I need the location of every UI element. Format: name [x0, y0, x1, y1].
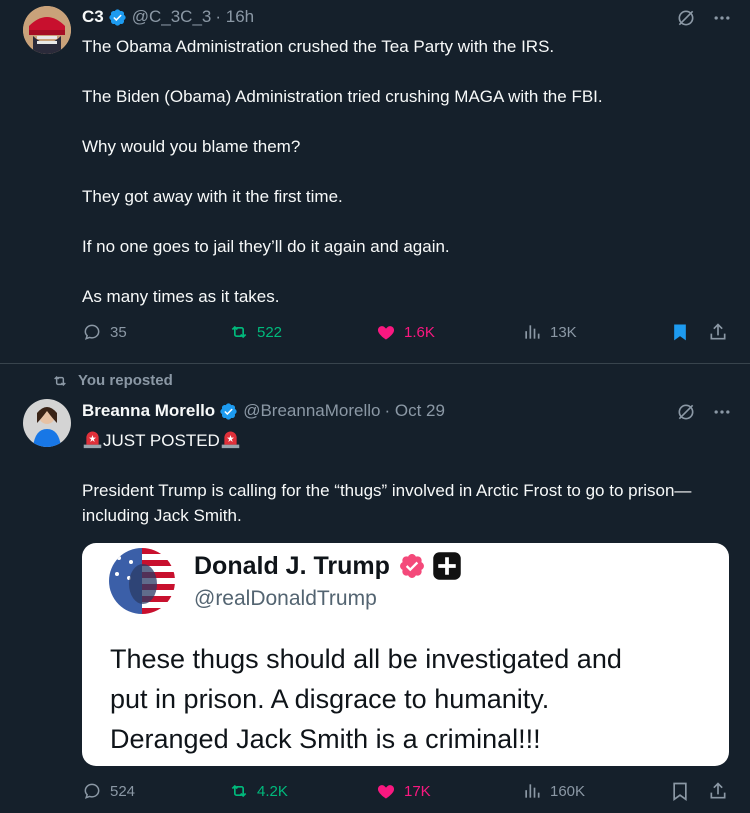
post-line: They got away with it the first time. — [82, 187, 343, 206]
verified-badge-icon — [399, 554, 424, 578]
verified-badge-icon[interactable] — [219, 402, 238, 421]
post-line: As many times as it takes. — [82, 287, 280, 306]
like-button[interactable]: 1.6K — [376, 322, 435, 342]
bookmark-button[interactable] — [670, 322, 690, 342]
like-button[interactable]: 17K — [376, 781, 431, 801]
quote-line: put in prison. A disgrace to humanity. — [110, 684, 550, 714]
like-icon — [377, 785, 395, 799]
reply-button[interactable]: 35 — [82, 322, 127, 342]
display-name[interactable]: C3 — [82, 7, 104, 27]
more-icon[interactable] — [712, 8, 732, 28]
reply-count: 35 — [110, 323, 127, 341]
reply-icon — [84, 324, 100, 340]
quote-display-name: Donald J. Trump — [194, 551, 390, 580]
post-headline: JUST POSTED — [82, 428, 722, 453]
grok-icon[interactable] — [676, 8, 696, 28]
repost-count: 522 — [257, 323, 283, 341]
post-line: The Obama Administration crushed the Tea… — [82, 37, 555, 56]
like-count: 17K — [404, 782, 431, 800]
timestamp[interactable]: · 16h — [215, 7, 254, 27]
quote-line: These thugs should all be investigated a… — [110, 644, 622, 674]
avatar[interactable] — [23, 399, 71, 447]
post-line: If no one goes to jail they’ll do it aga… — [82, 237, 450, 256]
views-count: 160K — [550, 782, 586, 800]
like-icon — [377, 326, 395, 340]
quote-text: These thugs should all be investigated a… — [110, 639, 710, 759]
action-bar: 524 4.2K 17K 160K — [82, 781, 732, 811]
post-line: The Biden (Obama) Administration tried c… — [82, 87, 603, 106]
repost-label: You reposted — [78, 372, 173, 389]
share-button[interactable] — [708, 322, 728, 342]
quoted-image[interactable]: Donald J. Trump @realDonaldTrump These t… — [82, 543, 729, 766]
repost-indicator: You reposted — [52, 372, 173, 389]
post-line: President Trump is calling for the “thug… — [82, 481, 692, 525]
handle[interactable]: @C_3C_3 — [132, 7, 212, 27]
repost-icon — [54, 375, 66, 386]
like-count: 1.6K — [404, 323, 435, 341]
bookmark-icon — [674, 324, 686, 341]
repost-count: 4.2K — [257, 782, 288, 800]
siren-emoji — [83, 431, 102, 449]
handle[interactable]: @BreannaMorello — [243, 401, 380, 421]
reply-button[interactable]: 524 — [82, 781, 135, 801]
views-button[interactable]: 13K — [522, 322, 577, 342]
quote-line: Deranged Jack Smith is a criminal!!! — [110, 724, 541, 754]
siren-emoji — [221, 431, 240, 449]
display-name[interactable]: Breanna Morello — [82, 401, 215, 421]
truth-social-icon — [433, 552, 461, 580]
post-line: Why would you blame them? — [82, 137, 301, 156]
share-icon — [710, 323, 726, 340]
repost-button[interactable]: 4.2K — [229, 781, 288, 801]
verified-badge-icon[interactable] — [108, 8, 127, 27]
repost-icon — [231, 784, 247, 798]
repost-button[interactable]: 522 — [229, 322, 282, 342]
bookmark-button[interactable] — [670, 781, 690, 801]
timestamp[interactable]: · Oct 29 — [384, 401, 444, 421]
more-icon[interactable] — [712, 402, 732, 422]
post-text: JUST POSTED President Trump is calling f… — [82, 428, 722, 528]
post-c3[interactable]: C3 @C_3C_3 · 16h The Obama Administratio… — [0, 0, 750, 364]
quote-avatar — [109, 548, 175, 614]
quote-handle: @realDonaldTrump — [194, 587, 377, 610]
share-button[interactable] — [708, 781, 728, 801]
action-bar: 35 522 1.6K 13K — [82, 322, 732, 352]
reply-icon — [84, 783, 100, 799]
post-text: The Obama Administration crushed the Tea… — [82, 34, 722, 309]
repost-icon — [231, 325, 247, 339]
views-icon — [525, 325, 540, 339]
grok-icon[interactable] — [676, 402, 696, 422]
share-icon — [710, 782, 726, 799]
avatar[interactable] — [23, 6, 71, 54]
headline-text: JUST POSTED — [103, 431, 220, 450]
views-icon — [525, 784, 540, 798]
views-button[interactable]: 160K — [522, 781, 585, 801]
bookmark-icon — [673, 782, 687, 801]
reply-count: 524 — [110, 782, 136, 800]
views-count: 13K — [550, 323, 577, 341]
